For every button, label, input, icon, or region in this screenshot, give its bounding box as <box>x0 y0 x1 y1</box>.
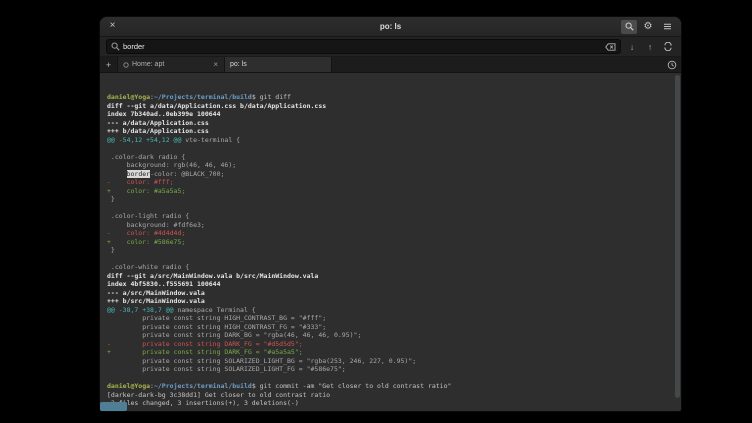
tabbar-spacer <box>332 57 663 72</box>
overlay-badge <box>100 402 127 411</box>
menu-button[interactable] <box>659 20 675 34</box>
terminal-line: 2 files changed, 3 insertions(+), 3 dele… <box>107 399 671 408</box>
terminal-area[interactable]: daniel@Yoga:~/Projects/terminal/build$ g… <box>100 73 681 411</box>
terminal-output: daniel@Yoga:~/Projects/terminal/build$ g… <box>107 93 671 408</box>
history-button[interactable] <box>663 57 681 72</box>
search-bar: ↓ ↑ <box>100 37 681 57</box>
terminal-line <box>107 144 671 153</box>
terminal-line: } <box>107 195 671 204</box>
terminal-line: --- a/data/Application.css <box>107 119 671 128</box>
titlebar: × po: ls ⚙ <box>100 17 681 37</box>
terminal-line: - private const string DARK_FG = "#d5d5d… <box>107 340 671 349</box>
search-previous-button[interactable]: ↑ <box>643 40 657 54</box>
search-icon <box>111 42 120 51</box>
terminal-line: + color: #a5a5a5; <box>107 187 671 196</box>
terminal-line: --- a/src/MainWindow.vala <box>107 289 671 298</box>
terminal-line: private const string DARK_BG = "rgba(46,… <box>107 331 671 340</box>
close-window-button[interactable]: × <box>106 20 119 33</box>
tab-home-apt[interactable]: Home: apt × <box>118 57 225 72</box>
terminal-line <box>107 204 671 213</box>
tab-close-icon[interactable]: × <box>212 60 219 69</box>
terminal-line: } <box>107 246 671 255</box>
search-next-button[interactable]: ↓ <box>625 40 639 54</box>
tab-po-ls[interactable]: po: ls <box>225 57 332 72</box>
terminal-line <box>107 255 671 264</box>
clear-search-icon[interactable] <box>605 43 616 51</box>
terminal-line: index 7b340ad..0eb399e 100644 <box>107 110 671 119</box>
window-title: po: ls <box>100 22 681 31</box>
hamburger-menu-icon <box>663 22 672 31</box>
terminal-line: .color-white radio { <box>107 263 671 272</box>
clock-history-icon <box>667 60 677 70</box>
terminal-line: + color: #586e75; <box>107 238 671 247</box>
terminal-line: .color-light radio { <box>107 212 671 221</box>
search-entry[interactable] <box>106 39 621 54</box>
arrow-up-icon: ↑ <box>648 42 652 52</box>
cycle-arrows-icon <box>663 42 673 51</box>
terminal-line: private const string HIGH_CONTRAST_BG = … <box>107 314 671 323</box>
terminal-line: daniel@Yoga:~/Projects/terminal/build$ g… <box>107 382 671 391</box>
terminal-line: - color: #fff; <box>107 178 671 187</box>
terminal-line: private const string SOLARIZED_LIGHT_FG … <box>107 365 671 374</box>
arrow-down-icon: ↓ <box>630 42 634 52</box>
terminal-line: daniel@Yoga:~/Projects/terminal/build$ g… <box>107 93 671 102</box>
terminal-line: .color-dark radio { <box>107 153 671 162</box>
settings-button[interactable]: ⚙ <box>640 20 656 34</box>
new-tab-button[interactable]: + <box>100 57 118 72</box>
terminal-line: private const string SOLARIZED_LIGHT_BG … <box>107 357 671 366</box>
terminal-line: @@ -38,7 +38,7 @@ namespace Terminal { <box>107 306 671 315</box>
cyclic-search-button[interactable] <box>661 40 675 54</box>
terminal-line: + private const string DARK_FG = "#a5a5a… <box>107 348 671 357</box>
search-icon <box>625 22 634 31</box>
terminal-line: private const string HIGH_CONTRAST_FG = … <box>107 323 671 332</box>
terminal-window: × po: ls ⚙ <box>100 17 681 411</box>
terminal-line: diff --git a/src/MainWindow.vala b/src/M… <box>107 272 671 281</box>
terminal-line: background: rgb(46, 46, 46); <box>107 161 671 170</box>
search-input[interactable] <box>123 42 602 51</box>
terminal-line: +++ b/data/Application.css <box>107 127 671 136</box>
terminal-line: [darker-dark-bg 3c38dd1] Get closer to o… <box>107 391 671 400</box>
search-toggle-button[interactable] <box>621 20 637 34</box>
tab-icon <box>123 62 129 68</box>
tab-bar: + Home: apt × po: ls <box>100 57 681 73</box>
terminal-line: diff --git a/data/Application.css b/data… <box>107 102 671 111</box>
terminal-line: +++ b/src/MainWindow.vala <box>107 297 671 306</box>
gear-icon: ⚙ <box>644 21 653 32</box>
tab-label: Home: apt <box>132 61 164 68</box>
terminal-line: background: #fdf6e3; <box>107 221 671 230</box>
terminal-line: - color: #4d4d4d; <box>107 229 671 238</box>
titlebar-actions: ⚙ <box>621 20 675 34</box>
scrollbar[interactable] <box>675 75 680 408</box>
terminal-line: border-color: @BLACK_700; <box>107 170 671 179</box>
terminal-line: @@ -54,12 +54,12 @@ vte-terminal { <box>107 136 671 145</box>
terminal-line: index 4bf5830..f555691 100644 <box>107 280 671 289</box>
tab-label: po: ls <box>230 61 247 68</box>
scrollbar-thumb[interactable] <box>675 75 680 398</box>
terminal-line <box>107 374 671 383</box>
